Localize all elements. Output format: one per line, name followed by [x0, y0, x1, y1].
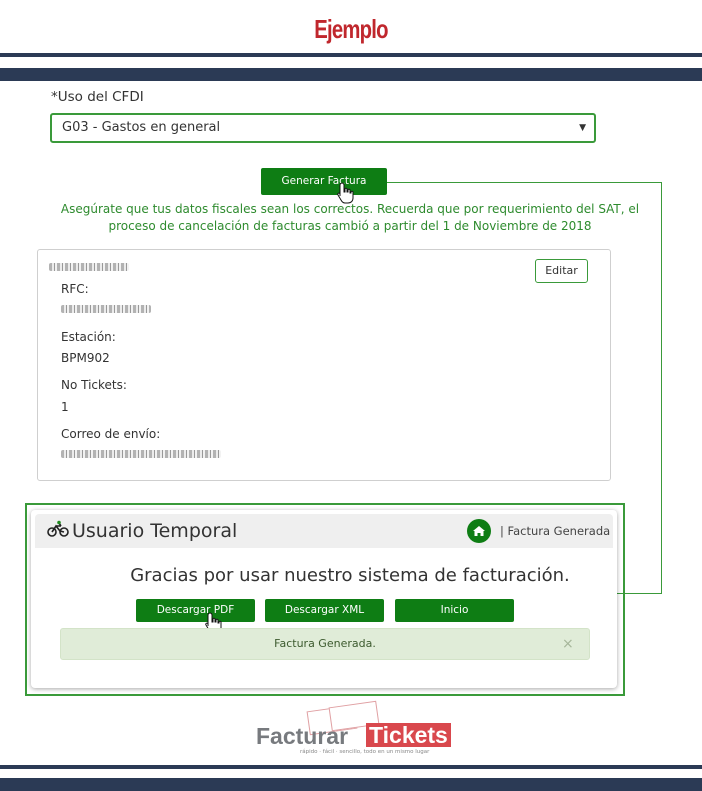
tickets-label: No Tickets: — [61, 378, 127, 392]
uso-cfdi-label: *Uso del CFDI — [51, 89, 144, 105]
fiscal-data-card — [37, 249, 611, 481]
page-title: Ejemplo — [314, 14, 388, 44]
home-button[interactable] — [467, 519, 491, 543]
header-divider-thin — [0, 53, 702, 57]
tickets-value: 1 — [61, 400, 69, 414]
descargar-pdf-button[interactable]: Descargar PDF — [136, 599, 255, 622]
redacted-email — [61, 450, 221, 458]
generar-factura-button[interactable]: Generar Factura — [261, 168, 387, 195]
connector-line-right — [661, 182, 662, 594]
thanks-message: Gracias por usar nuestro sistema de fact… — [130, 565, 570, 586]
breadcrumb: | Factura Generada — [500, 524, 611, 538]
header-divider-thick — [0, 68, 702, 81]
dropdown-arrow-icon: ▼ — [579, 123, 586, 133]
result-title: Usuario Temporal — [72, 520, 238, 542]
alert-close-icon[interactable]: × — [562, 636, 574, 652]
uso-cfdi-value: G03 - Gastos en general — [62, 120, 221, 135]
footer-divider-thin — [0, 765, 702, 769]
logo-facturar: Facturar — [256, 723, 349, 749]
editar-button[interactable]: Editar — [535, 259, 588, 283]
station-label: Estación: — [61, 330, 116, 344]
logo-tickets: Tickets — [366, 723, 451, 747]
email-label: Correo de envío: — [61, 427, 161, 441]
sat-notice-line2: proceso de cancelación de facturas cambi… — [108, 219, 592, 233]
footer-divider-thick — [0, 778, 702, 791]
success-alert-text: Factura Generada. — [274, 637, 376, 650]
bicycle-icon — [47, 520, 69, 537]
redacted-rfc — [61, 305, 151, 313]
inicio-button[interactable]: Inicio — [395, 599, 514, 622]
logo-tagline: rápido · fácil · sencillo, todo en un mi… — [300, 749, 430, 755]
redacted-name — [49, 263, 129, 271]
descargar-xml-button[interactable]: Descargar XML — [265, 599, 384, 622]
uso-cfdi-select[interactable]: G03 - Gastos en general ▼ — [50, 113, 596, 143]
home-icon — [473, 526, 485, 536]
connector-line-top — [386, 182, 662, 183]
station-value: BPM902 — [61, 351, 110, 365]
rfc-label: RFC: — [61, 282, 89, 296]
sat-notice-line1: Asegúrate que tus datos fiscales sean lo… — [60, 202, 640, 216]
